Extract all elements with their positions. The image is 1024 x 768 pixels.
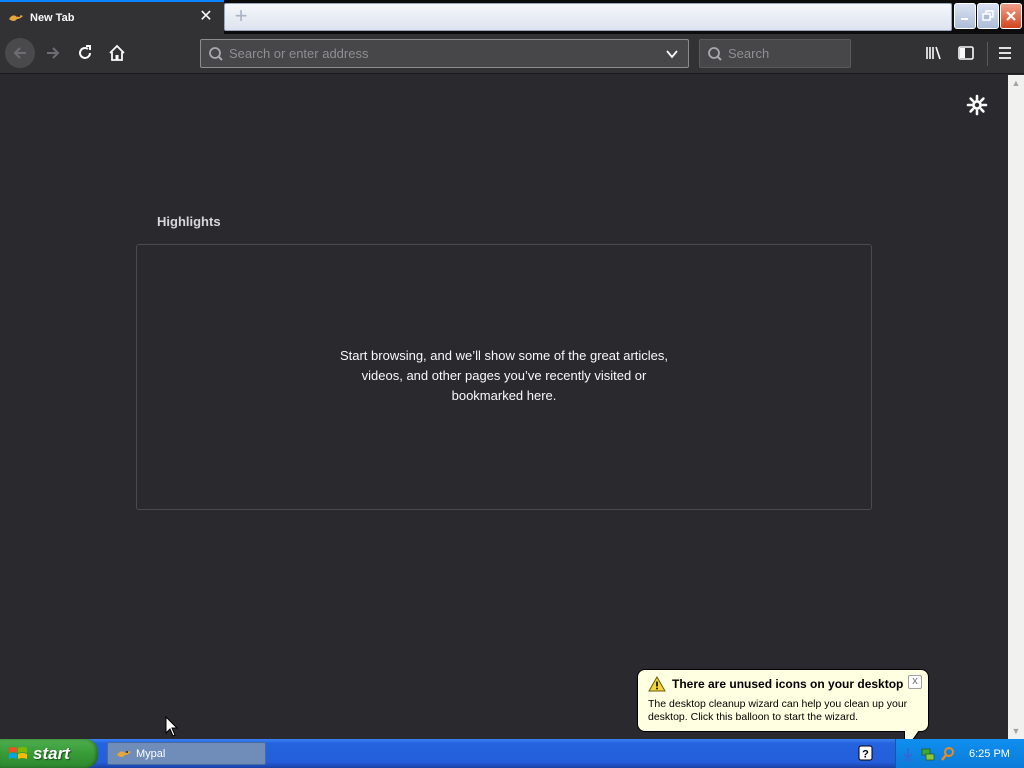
- reload-button[interactable]: [70, 38, 100, 68]
- tab-strip-empty: [224, 3, 952, 31]
- warning-icon: [648, 676, 666, 692]
- restore-button[interactable]: [977, 3, 999, 29]
- highlights-empty-state: Start browsing, and we’ll show some of t…: [136, 244, 872, 510]
- new-tab-page: Highlights Start browsing, and we’ll sho…: [0, 75, 1008, 739]
- search-bar[interactable]: [699, 39, 851, 68]
- tab-close-icon[interactable]: ✕: [198, 9, 214, 25]
- menu-button[interactable]: [993, 41, 1017, 65]
- taskbar: start Mypal ? 6:25 PM: [0, 739, 1024, 768]
- library-button[interactable]: [922, 41, 946, 65]
- balloon-title: There are unused icons on your desktop: [672, 677, 904, 691]
- mypal-logo-icon: [9, 15, 23, 21]
- start-button[interactable]: start: [0, 739, 98, 768]
- address-bar[interactable]: [200, 39, 689, 68]
- network-icon[interactable]: [920, 746, 936, 762]
- tab-bar: New Tab ✕ +: [0, 0, 1024, 34]
- highlights-message: Start browsing, and we’ll show some of t…: [339, 348, 669, 403]
- search-tray-icon[interactable]: [940, 746, 956, 762]
- clock: 6:25 PM: [969, 747, 1010, 760]
- restore-icon: [982, 10, 994, 21]
- reload-icon: [79, 45, 91, 59]
- mypal-logo-icon: [117, 750, 131, 757]
- start-label: start: [33, 743, 70, 763]
- scroll-down-icon[interactable]: ▼: [1008, 723, 1024, 739]
- close-icon: [1006, 11, 1016, 21]
- taskbar-item-label: Mypal: [136, 747, 166, 760]
- close-window-button[interactable]: [1000, 3, 1022, 29]
- taskbar-item-mypal[interactable]: Mypal: [107, 742, 266, 765]
- help-icon[interactable]: ?: [858, 745, 873, 761]
- tab-title: New Tab: [30, 12, 75, 24]
- sidebar-button[interactable]: [954, 41, 978, 65]
- hamburger-menu-icon: [999, 47, 1011, 59]
- svg-text:?: ?: [862, 749, 869, 761]
- download-icon[interactable]: [900, 746, 916, 762]
- balloon-text: The desktop cleanup wizard can help you …: [648, 698, 908, 723]
- toolbar-divider: [987, 42, 988, 66]
- back-button[interactable]: [5, 38, 35, 68]
- new-tab-button[interactable]: +: [230, 5, 252, 28]
- search-icon: [708, 46, 722, 61]
- back-arrow-icon: [13, 47, 26, 59]
- forward-arrow-icon: [47, 47, 60, 59]
- windows-logo-icon: [9, 746, 27, 759]
- sidebar-icon: [958, 46, 974, 60]
- minimize-button[interactable]: [954, 3, 976, 29]
- tab-new-tab[interactable]: New Tab ✕: [0, 0, 224, 34]
- forward-button[interactable]: [38, 38, 68, 68]
- navigation-toolbar: [0, 34, 1024, 74]
- chevron-down-icon[interactable]: [664, 46, 680, 62]
- home-button[interactable]: [102, 38, 132, 68]
- minimize-icon: [961, 18, 968, 20]
- address-input[interactable]: [229, 46, 649, 61]
- library-icon: [926, 46, 941, 60]
- scroll-up-icon[interactable]: ▲: [1008, 75, 1024, 91]
- search-icon: [209, 46, 223, 61]
- home-icon: [109, 44, 125, 61]
- mouse-cursor-icon: [165, 716, 179, 737]
- vertical-scrollbar[interactable]: ▲ ▼: [1008, 75, 1024, 739]
- search-input[interactable]: [728, 46, 838, 61]
- desktop-cleanup-balloon[interactable]: There are unused icons on your desktop x…: [637, 669, 929, 753]
- system-tray: 6:25 PM: [895, 739, 1024, 768]
- gear-icon[interactable]: [965, 93, 989, 117]
- highlights-heading: Highlights: [157, 214, 221, 229]
- balloon-close-icon[interactable]: x: [908, 675, 922, 689]
